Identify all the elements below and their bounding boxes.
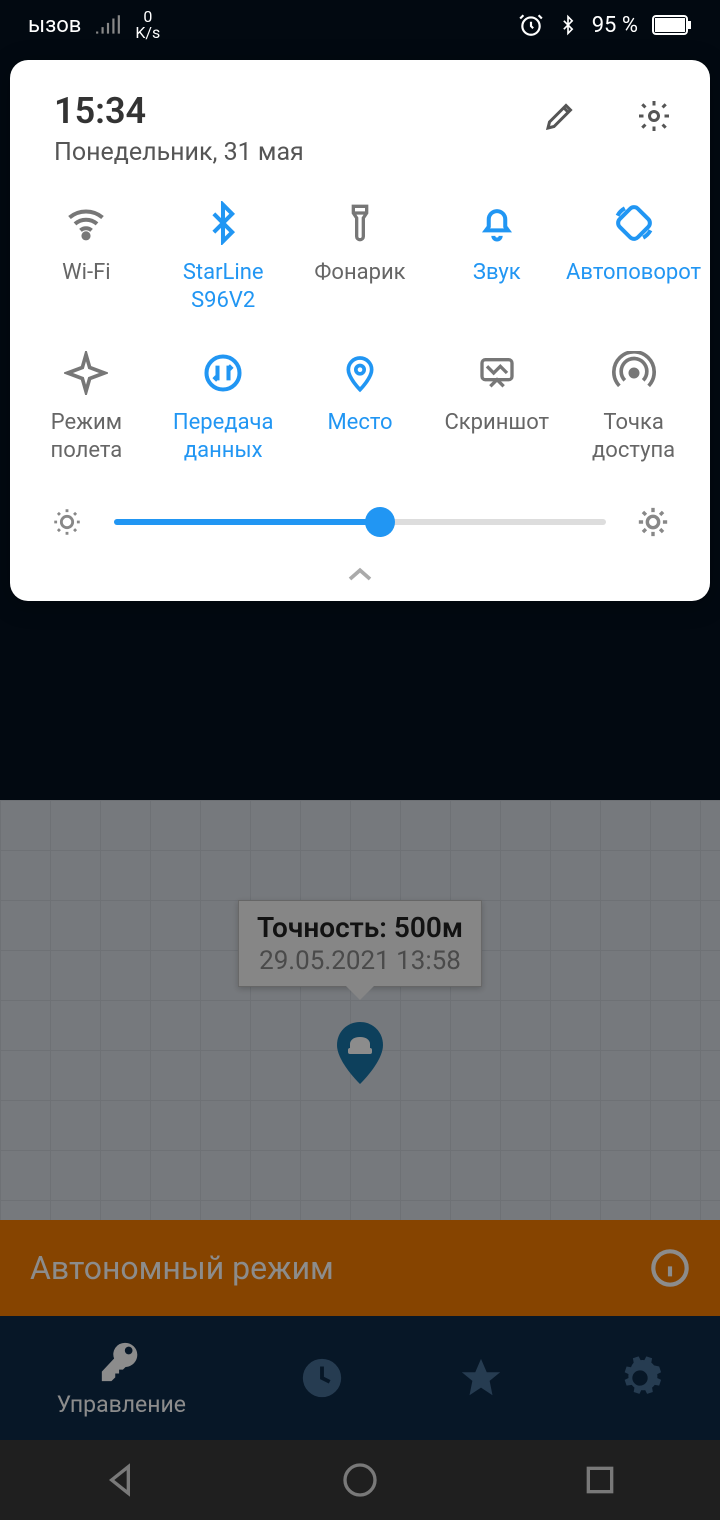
qs-tiles-grid: Wi-Fi StarLine S96V2 Фонарик Звук Автопо…: [10, 187, 710, 487]
tile-label: Точка доступа: [565, 409, 702, 465]
tile-label: Режим полета: [18, 409, 155, 465]
autorotate-icon: [612, 201, 656, 245]
tile-label: Скриншот: [444, 409, 549, 465]
battery-icon: [652, 15, 692, 35]
tile-airplane[interactable]: Режим полета: [18, 351, 155, 465]
tile-hotspot[interactable]: Точка доступа: [565, 351, 702, 465]
statusbar-notification-text: ызов: [28, 13, 81, 38]
tile-sound[interactable]: Звук: [428, 201, 565, 315]
location-icon: [338, 351, 382, 395]
screenshot-icon: [475, 351, 519, 395]
tile-bluetooth[interactable]: StarLine S96V2: [155, 201, 292, 315]
tile-label: Передача данных: [155, 409, 292, 465]
tile-wifi[interactable]: Wi-Fi: [18, 201, 155, 315]
airplane-icon: [64, 351, 108, 395]
slider-thumb[interactable]: [365, 507, 395, 537]
tile-mobiledata[interactable]: Передача данных: [155, 351, 292, 465]
tile-label: Звук: [473, 259, 521, 315]
tile-label: Место: [327, 409, 392, 465]
signal-icon: [95, 14, 121, 36]
flashlight-icon: [338, 201, 382, 245]
tile-label: Фонарик: [314, 259, 405, 315]
tile-label: StarLine S96V2: [155, 259, 292, 315]
status-bar: ызов 0 K/s 95 %: [0, 0, 720, 50]
mobiledata-icon: [201, 351, 245, 395]
tile-location[interactable]: Место: [292, 351, 429, 465]
alarm-icon: [518, 12, 544, 38]
tile-label: Автоповорот: [566, 259, 701, 315]
expand-handle[interactable]: [10, 551, 710, 591]
wifi-icon: [64, 201, 108, 245]
edit-icon[interactable]: [542, 98, 578, 134]
tile-label: Wi-Fi: [62, 259, 110, 315]
gear-icon[interactable]: [636, 98, 672, 134]
quick-settings-panel: 15:34 Понедельник, 31 мая Wi-Fi StarLine…: [10, 60, 710, 601]
qs-date: Понедельник, 31 мая: [54, 138, 304, 167]
tile-screenshot[interactable]: Скриншот: [428, 351, 565, 465]
hotspot-icon: [612, 351, 656, 395]
net-speed-bottom: K/s: [135, 25, 160, 41]
bluetooth-icon: [558, 12, 578, 38]
tile-autorotate[interactable]: Автоповорот: [565, 201, 702, 315]
bell-icon: [475, 201, 519, 245]
brightness-row: [10, 487, 710, 551]
qs-time: 15:34: [54, 90, 304, 132]
bluetooth-icon: [201, 201, 245, 245]
battery-percent: 95 %: [592, 13, 638, 38]
brightness-slider[interactable]: [114, 519, 606, 525]
brightness-high-icon: [636, 505, 670, 539]
brightness-low-icon: [50, 505, 84, 539]
tile-flashlight[interactable]: Фонарик: [292, 201, 429, 315]
